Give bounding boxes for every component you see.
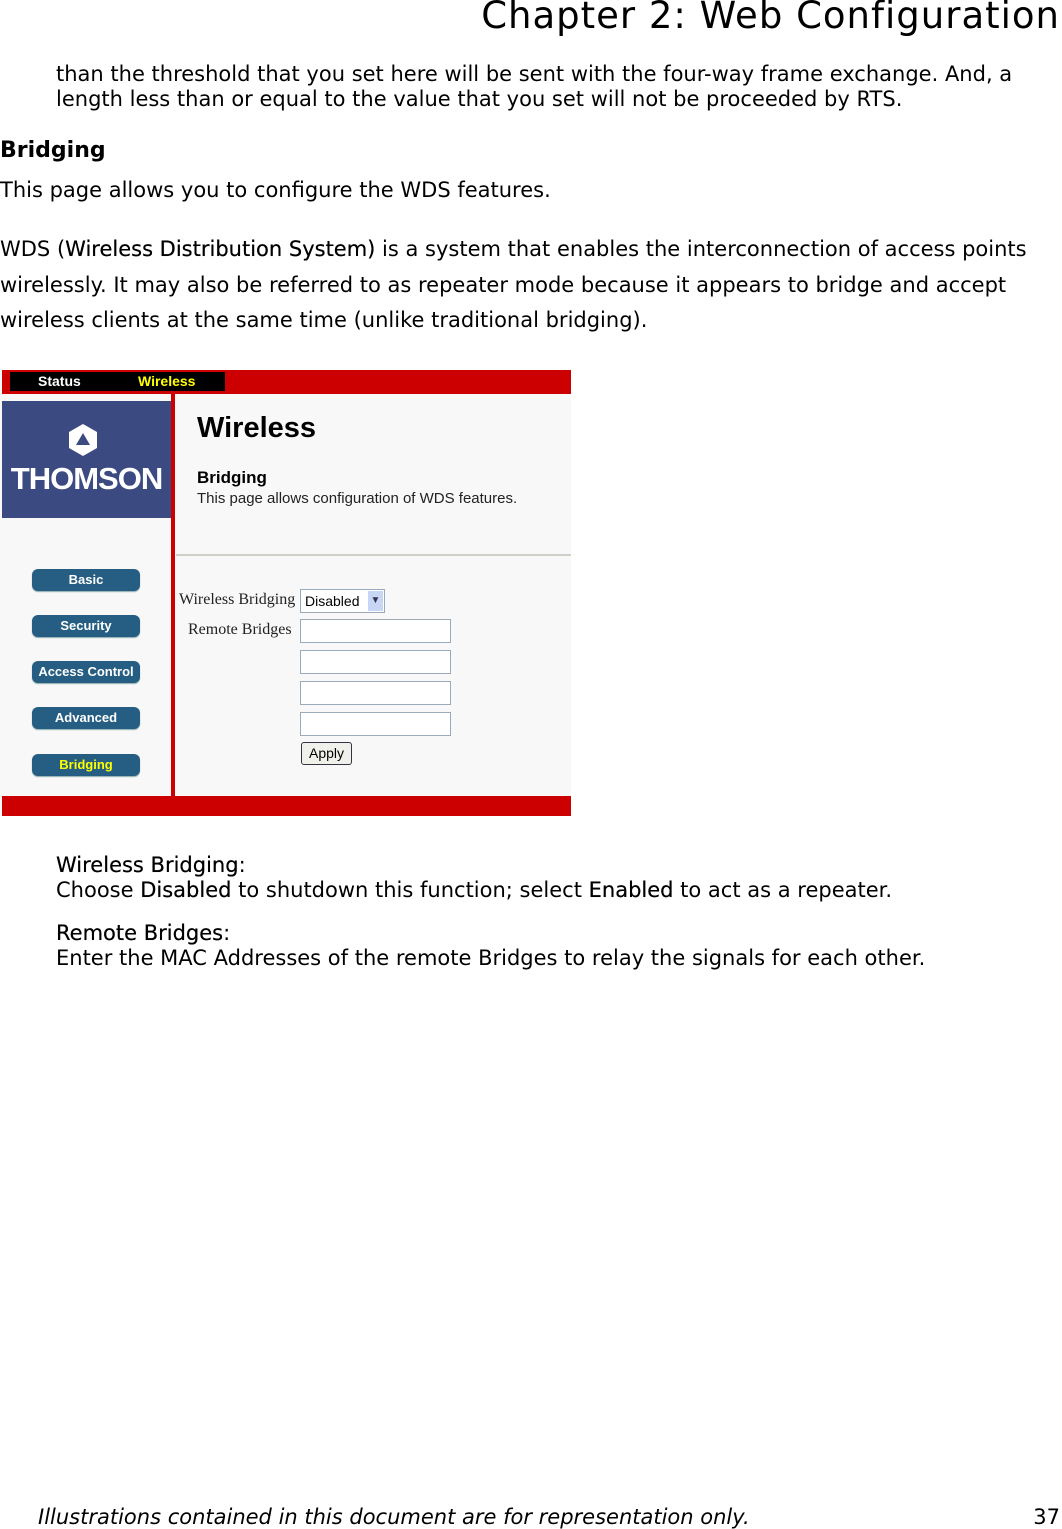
text: Disabled — [140, 878, 232, 902]
text: wireless clients at the same time (unlik… — [0, 308, 648, 332]
footer-note: Illustrations contained in this document… — [38, 1505, 750, 1529]
sub-desc: This page allows configuration of WDS fe… — [197, 490, 518, 507]
logo-text: THOMSON — [10, 461, 163, 496]
text: wirelessly. It may also be referred to a… — [0, 272, 1007, 297]
remote-bridges-label: Remote Bridges — [188, 621, 292, 638]
text: : — [223, 921, 231, 945]
bottom-bar — [2, 796, 571, 816]
remote-bridge-input-4[interactable] — [300, 712, 451, 736]
field-wireless-bridging: Wireless Bridging: Choose Disabled to sh… — [56, 853, 892, 903]
chapter-heading: Chapter 2: Web Configuration — [481, 0, 1060, 37]
divider — [171, 394, 175, 796]
apply-button[interactable]: Apply — [301, 742, 352, 765]
nav-bridging[interactable]: Bridging — [32, 754, 140, 776]
text: Enabled — [588, 878, 674, 902]
thomson-logo: THOMSON — [2, 401, 171, 518]
wds-paragraph: WDS (Wireless Distribution System) is a … — [0, 232, 1027, 339]
intro-line: length less than or equal to the value t… — [56, 87, 903, 111]
divider — [176, 554, 571, 556]
wds-term: Wireless Distribution System) — [65, 237, 376, 261]
wireless-bridging-select[interactable]: Disabled ▼ — [300, 589, 385, 613]
tab-wireless[interactable]: Wireless — [138, 373, 195, 389]
tab-status[interactable]: Status — [38, 373, 81, 389]
field-term: Wireless Bridging — [56, 853, 239, 877]
intro-line: than the threshold that you set here wil… — [56, 62, 1013, 86]
text: to shutdown this function; select — [231, 878, 589, 902]
nav-access-control[interactable]: Access Control — [32, 661, 140, 683]
text: Choose — [56, 878, 141, 902]
text: : — [238, 853, 246, 877]
remote-bridge-input-3[interactable] — [300, 681, 451, 705]
document-page: Chapter 2: Web Configuration than the th… — [0, 0, 1062, 1529]
section-title: Bridging — [0, 138, 106, 163]
wireless-bridging-label: Wireless Bridging — [179, 591, 296, 608]
remote-bridge-input-1[interactable] — [300, 619, 451, 643]
router-screenshot: Status Wireless THOMSON Wireless Bridgin… — [0, 370, 571, 816]
text: Enter the MAC Addresses of the remote Br… — [56, 946, 926, 970]
chevron-down-icon[interactable]: ▼ — [368, 591, 383, 611]
field-remote-bridges: Remote Bridges: Enter the MAC Addresses … — [56, 921, 925, 971]
select-value: Disabled — [305, 593, 360, 609]
nav-advanced[interactable]: Advanced — [32, 707, 140, 729]
tab-bar: Status Wireless — [10, 372, 225, 391]
nav-basic[interactable]: Basic — [32, 569, 140, 591]
nav-security[interactable]: Security — [32, 615, 140, 637]
page-title: Wireless — [197, 412, 317, 444]
remote-bridge-input-2[interactable] — [300, 650, 451, 674]
thomson-emblem-icon — [69, 424, 97, 456]
text: WDS ( — [0, 237, 66, 261]
field-term: Remote Bridges — [56, 921, 224, 945]
intro-paragraph: than the threshold that you set here wil… — [56, 62, 1012, 112]
text: is a system that enables the interconnec… — [375, 237, 1027, 261]
text: to act as a repeater. — [673, 878, 893, 902]
sub-title: Bridging — [197, 468, 267, 487]
section-desc: This page allows you to configure the WD… — [0, 178, 551, 202]
page-number: 37 — [1033, 1505, 1060, 1529]
